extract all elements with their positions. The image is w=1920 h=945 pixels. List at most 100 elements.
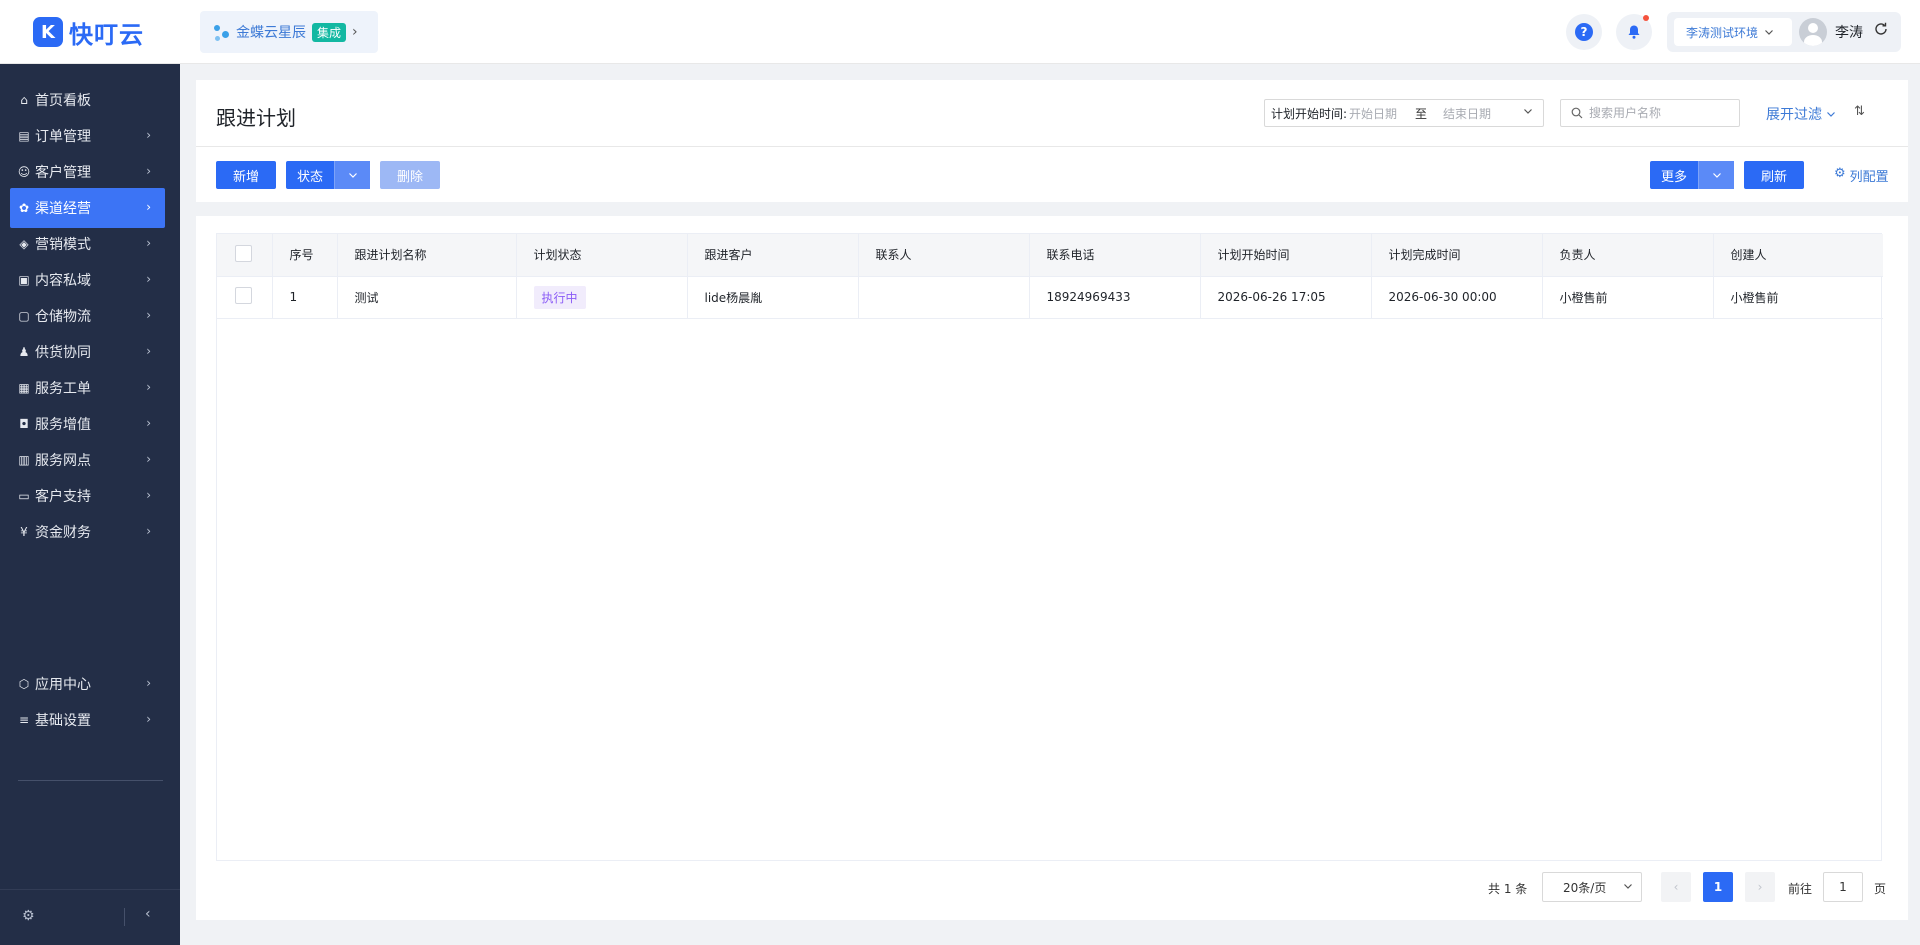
sidebar-item-label: 营销模式 xyxy=(35,237,91,253)
next-page-button[interactable]: › xyxy=(1745,872,1775,902)
sidebar-item-label: 应用中心 xyxy=(35,677,91,693)
table-header-row: 序号 跟进计划名称 计划状态 跟进客户 联系人 联系电话 计划开始时间 计划完成… xyxy=(217,234,1883,277)
cell-customer: lide杨晨胤 xyxy=(687,276,859,319)
sidebar-item[interactable]: ♟ 供货协同 › xyxy=(10,332,165,372)
prev-page-button[interactable]: ‹ xyxy=(1661,872,1691,902)
date-range-label: 计划开始时间: xyxy=(1271,106,1348,121)
gear-icon: ⚙ xyxy=(1834,166,1846,181)
start-date-input[interactable]: 开始日期 xyxy=(1349,105,1397,122)
column-header[interactable]: 计划状态 xyxy=(516,234,688,277)
page-size-select[interactable]: 20条/页 xyxy=(1542,872,1642,902)
notification-button[interactable] xyxy=(1616,14,1652,50)
row-checkbox[interactable] xyxy=(235,287,252,304)
goto-page-input[interactable]: 1 xyxy=(1823,872,1863,902)
status-badge: 执行中 xyxy=(533,285,586,309)
sidebar-item[interactable]: ◈ 营销模式 › xyxy=(10,224,165,264)
sidebar-item[interactable]: ▤ 订单管理 › xyxy=(10,116,165,156)
switch-refresh-icon[interactable] xyxy=(1873,21,1889,41)
sidebar-item-label: 内容私域 xyxy=(35,273,91,289)
search-input[interactable] xyxy=(1589,106,1729,120)
column-header[interactable]: 计划开始时间 xyxy=(1200,234,1372,277)
cell-status: 执行中 xyxy=(516,276,688,319)
order-icon: ▤ xyxy=(18,129,30,143)
integration-icon xyxy=(212,21,230,43)
top-header: K 快叮云 金蝶云星辰 集成 › ? 李涛测试环境 李涛 xyxy=(0,0,1920,64)
chevron-right-icon: › xyxy=(146,712,151,726)
sidebar-item[interactable]: ◘ 服务增值 › xyxy=(10,404,165,444)
status-dropdown-button[interactable]: 状态 xyxy=(286,161,370,189)
column-config-button[interactable]: ⚙ 列配置 xyxy=(1834,166,1889,185)
column-header[interactable]: 联系电话 xyxy=(1029,234,1201,277)
expand-filter-label: 展开过滤 xyxy=(1766,107,1822,123)
refresh-button[interactable]: 刷新 xyxy=(1744,161,1804,189)
end-date-input[interactable]: 结束日期 xyxy=(1443,105,1491,122)
sidebar-item-label: 供货协同 xyxy=(35,345,91,361)
table-row[interactable]: 1 测试 执行中 lide杨晨胤 18924969433 2026-06-26 … xyxy=(217,276,1883,319)
search-icon xyxy=(1571,107,1583,119)
sidebar-item-label: 首页看板 xyxy=(35,93,91,109)
settings-list-icon: ≡ xyxy=(18,713,30,727)
more-dropdown-button[interactable]: 更多 xyxy=(1650,161,1734,189)
sidebar-item[interactable]: ▦ 服务工单 › xyxy=(10,368,165,408)
column-header[interactable]: 序号 xyxy=(272,234,338,277)
ticket-icon: ▦ xyxy=(18,381,30,395)
chevron-right-icon: › xyxy=(146,524,151,538)
add-button[interactable]: 新增 xyxy=(216,161,276,189)
app-logo[interactable]: K 快叮云 xyxy=(33,16,144,49)
sidebar-item-label: 客户支持 xyxy=(35,489,91,505)
sidebar-item[interactable]: ▢ 仓储物流 › xyxy=(10,296,165,336)
sidebar-item-label: 资金财务 xyxy=(35,525,91,541)
expand-filter-button[interactable]: 展开过滤 xyxy=(1766,104,1836,124)
column-header[interactable]: 跟进计划名称 xyxy=(337,234,517,277)
column-header[interactable]: 跟进客户 xyxy=(687,234,859,277)
collapse-sidebar-icon[interactable]: ‹ xyxy=(145,906,151,922)
column-header[interactable]: 创建人 xyxy=(1713,234,1883,277)
sidebar-item[interactable]: ⬡ 应用中心 › xyxy=(10,664,165,704)
chevron-down-icon xyxy=(1623,880,1633,894)
sidebar-item[interactable]: ¥ 资金财务 › xyxy=(10,512,165,552)
help-button[interactable]: ? xyxy=(1566,14,1602,50)
column-header[interactable]: 负责人 xyxy=(1542,234,1714,277)
chevron-right-icon: › xyxy=(146,676,151,690)
people-icon: ♟ xyxy=(18,345,30,359)
sidebar-item[interactable]: ✿ 渠道经营 › xyxy=(10,188,165,228)
page-size-label: 20条/页 xyxy=(1563,880,1607,895)
sidebar-item-label: 基础设置 xyxy=(35,713,91,729)
column-header[interactable]: 计划完成时间 xyxy=(1371,234,1543,277)
environment-select[interactable]: 李涛测试环境 xyxy=(1674,18,1792,46)
chevron-right-icon: › xyxy=(352,24,358,40)
bag-icon: ◘ xyxy=(19,417,29,431)
sidebar-item-label: 服务工单 xyxy=(35,381,91,397)
chevron-right-icon: › xyxy=(146,488,151,502)
sidebar-item[interactable]: ▥ 服务网点 › xyxy=(10,440,165,480)
date-range-picker[interactable]: 计划开始时间: 开始日期 至 结束日期 xyxy=(1264,99,1544,127)
table-card: 序号 跟进计划名称 计划状态 跟进客户 联系人 联系电话 计划开始时间 计划完成… xyxy=(196,216,1908,920)
user-name[interactable]: 李涛 xyxy=(1835,22,1863,42)
sidebar-item-label: 客户管理 xyxy=(35,165,91,181)
sort-icon[interactable]: ⇅ xyxy=(1854,104,1865,119)
cell-name[interactable]: 测试 xyxy=(337,276,517,319)
select-all-checkbox[interactable] xyxy=(235,244,252,262)
sidebar-item[interactable]: ▣ 内容私域 › xyxy=(10,260,165,300)
sidebar-item[interactable]: ≡ 基础设置 › xyxy=(10,700,165,740)
total-count: 共 1 条 xyxy=(1488,882,1528,896)
settings-icon[interactable]: ⚙ xyxy=(22,908,35,924)
filter-card: 跟进计划 计划开始时间: 开始日期 至 结束日期 展开过滤 ⇅ 新增 状态 删除… xyxy=(196,80,1908,202)
chevron-down-icon xyxy=(1827,112,1836,117)
sidebar-footer: ⚙ ‹ xyxy=(0,889,180,945)
sidebar-item[interactable]: ⌂ 首页看板 xyxy=(10,80,165,120)
sidebar-item[interactable]: ▭ 客户支持 › xyxy=(10,476,165,516)
chevron-down-icon[interactable] xyxy=(334,161,370,189)
chevron-right-icon: › xyxy=(146,200,151,214)
integration-badge: 集成 xyxy=(312,22,347,42)
chevron-down-icon[interactable] xyxy=(1698,161,1734,189)
data-table: 序号 跟进计划名称 计划状态 跟进客户 联系人 联系电话 计划开始时间 计划完成… xyxy=(216,233,1883,861)
pagination: 共 1 条 20条/页 ‹ 1 › 前往 1 页 xyxy=(196,871,1908,903)
sidebar-item[interactable]: ☺ 客户管理 › xyxy=(10,152,165,192)
integration-switch[interactable]: 金蝶云星辰 集成 › xyxy=(200,11,378,53)
avatar[interactable] xyxy=(1799,18,1827,46)
column-header[interactable]: 联系人 xyxy=(858,234,1030,277)
current-page-button[interactable]: 1 xyxy=(1703,872,1733,902)
delete-button[interactable]: 删除 xyxy=(380,161,440,189)
cell-phone: 18924969433 xyxy=(1029,276,1201,319)
